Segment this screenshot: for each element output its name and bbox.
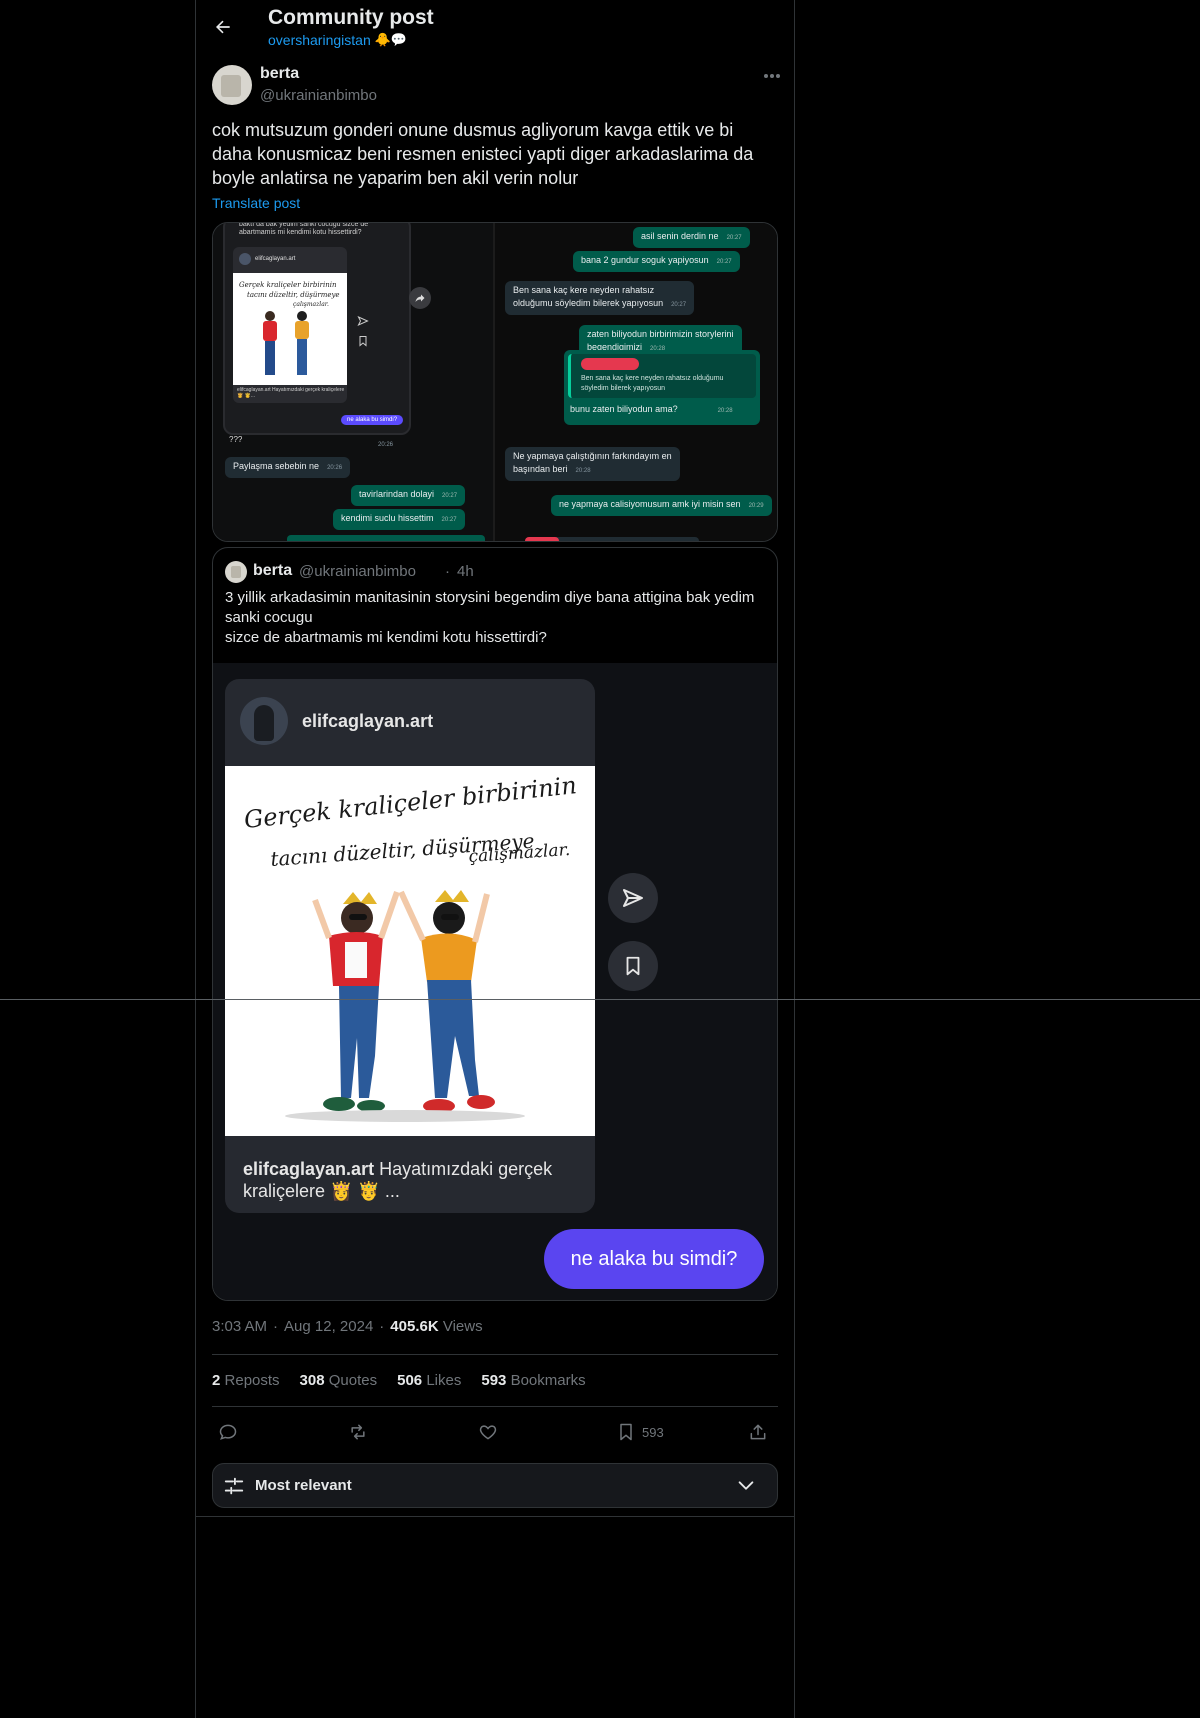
chat-message-in: Paylaşma sebebin ne 20:26 [225, 457, 351, 478]
likes-stat[interactable]: 506 Likes [397, 1372, 461, 1389]
page-header: Community post oversharingistan 🐥💬 [196, 0, 794, 56]
story-caption-user: elifcaglayan.art [243, 1159, 375, 1179]
share-icon [750, 1424, 766, 1440]
bookmark-icon [359, 336, 367, 347]
story-share-card: elifcaglayan.art Gerçek kraliçeler birbi… [225, 679, 595, 1213]
bookmark-button[interactable]: 593 [616, 1420, 664, 1444]
send-icon [623, 889, 643, 907]
chat-message-in: Ne yapmaya çalıştığının farkındayım en b… [505, 447, 680, 481]
back-button[interactable] [206, 10, 240, 44]
chat-message-out: tavirlarindan dolayi 20:27 [351, 485, 466, 506]
engagement-stats: 2 Reposts 308 Quotes 506 Likes 593 Bookm… [212, 1372, 586, 1389]
reply-icon [219, 1424, 237, 1440]
views: 405.6K Views [390, 1318, 483, 1335]
post-time[interactable]: 3:03 AM [212, 1318, 267, 1335]
svg-text:tacını düzeltir, düşürmeye: tacını düzeltir, düşürmeye [247, 291, 340, 299]
action-bar: 593 [212, 1418, 778, 1446]
sort-replies-dropdown[interactable]: Most relevant [212, 1463, 778, 1508]
chat-message-in: Ben sana kaç kere neyden rahatsız olduğu… [505, 281, 695, 315]
post-column: Community post oversharingistan 🐥💬 berta… [196, 0, 794, 1718]
shared-story-caption: elifcaglayan.art Hayatımızdaki gerçek kr… [237, 387, 345, 399]
quoted-separator: · [445, 563, 450, 580]
bookmark-count: 593 [642, 1424, 664, 1440]
story-send-button[interactable] [608, 873, 658, 923]
share-button[interactable] [748, 1420, 768, 1444]
reply-text: bunu zaten biliyodun ama? [570, 404, 678, 414]
divider [212, 1354, 778, 1355]
community-link[interactable]: oversharingistan 🐥💬 [268, 32, 407, 48]
chat-message-out: ne yapmaya calisiyomusum amk iyi misin s… [551, 495, 772, 516]
chat-message-out: kendimi suclu hissettim 20:27 [333, 509, 465, 530]
sort-label: Most relevant [255, 1477, 352, 1494]
post-meta: 3:03 AM · Aug 12, 2024 · 405.6K Views [212, 1318, 483, 1335]
quoted-time: 4h [457, 563, 474, 580]
heart-icon [479, 1425, 497, 1440]
story-illustration: Gerçek kraliçeler birbirinin tacını düze… [225, 766, 595, 1136]
translate-post-link[interactable]: Translate post [212, 195, 300, 211]
repost-button[interactable] [348, 1420, 368, 1444]
quoted-post[interactable]: berta @ukrainianbimbo · 4h 3 yillik arka… [212, 547, 778, 1301]
reply-button[interactable] [218, 1420, 238, 1444]
story-user-avatar [240, 697, 288, 745]
shared-story-card: elifcaglayan.art Gerçek kraliçeler birbi… [233, 247, 347, 403]
story-save-button[interactable] [608, 941, 658, 991]
community-emojis: 🐥💬 [374, 32, 408, 47]
quoted-author-handle: @ukrainianbimbo [299, 563, 416, 580]
svg-text:çalışmazlar.: çalışmazlar. [293, 301, 329, 308]
chat-screenshot-media[interactable]: baktı da bak yedim sanki cocugu sizce de… [212, 222, 778, 542]
quoted-post-text: 3 yillik arkadasimin manitasinin storysi… [225, 589, 755, 646]
forward-button [409, 287, 431, 309]
chat-message-out: bana 2 gundur soguk yapiyosun 20:27 [573, 251, 740, 272]
arrow-left-icon [216, 20, 230, 34]
illustration-text-1: Gerçek kraliçeler birbirinin [243, 771, 578, 834]
phone-time: 20:26 [378, 442, 394, 448]
bookmarks-stat[interactable]: 593 Bookmarks [481, 1372, 585, 1389]
story-username: elifcaglayan.art [302, 710, 434, 731]
chat-right-panel: asil senin derdin ne 20:27 bana 2 gundur … [495, 223, 777, 541]
page-title: Community post [268, 6, 434, 29]
phone-reply-bubble: ne alaka bu simdi? [341, 415, 404, 425]
community-name: oversharingistan [268, 32, 371, 48]
send-icon [357, 315, 369, 327]
more-options-button[interactable] [758, 66, 786, 86]
author-handle[interactable]: @ukrainianbimbo [260, 87, 377, 104]
more-dots-icon [764, 74, 780, 78]
divider [196, 1516, 794, 1517]
quoted-author-avatar [225, 561, 247, 583]
column-border-right [794, 0, 795, 1718]
mini-avatar [239, 253, 251, 265]
bookmark-icon [620, 1423, 632, 1441]
phone-question-text: ??? [229, 435, 243, 444]
post-text: cok mutsuzum gonderi onune dusmus agliyo… [212, 120, 754, 188]
quoted-post-media: elifcaglayan.art Gerçek kraliçeler birbi… [213, 663, 777, 1300]
chat-message-out: asil senin derdin ne 20:27 [633, 227, 750, 248]
shared-story-top-text: baktı da bak yedim sanki cocugu sizce de… [239, 222, 369, 236]
divider [212, 1406, 778, 1407]
forward-icon [415, 294, 425, 302]
bookmark-icon [626, 956, 640, 976]
post-date[interactable]: Aug 12, 2024 [284, 1318, 373, 1335]
chat-message-cut [287, 535, 485, 541]
chat-quoted-reply: Ben sana kaç kere neyden rahatsız olduğu… [564, 350, 760, 425]
shared-story-preview: baktı da bak yedim sanki cocugu sizce de… [223, 222, 411, 435]
sliders-icon [224, 1477, 244, 1495]
shared-story-image: Gerçek kraliçeler birbirinin tacını düze… [233, 273, 347, 385]
story-caption: elifcaglayan.art Hayatımızdaki gerçek kr… [243, 1158, 583, 1202]
author-name[interactable]: berta [260, 65, 299, 83]
guide-line [0, 999, 1200, 1000]
repost-icon [351, 1424, 365, 1440]
svg-text:Gerçek kraliçeler birbirinin: Gerçek kraliçeler birbirinin [239, 281, 337, 289]
author-avatar[interactable] [212, 65, 252, 105]
quoted-author-name: berta [253, 562, 293, 579]
reply-message-bubble: ne alaka bu simdi? [544, 1229, 764, 1289]
quotes-stat[interactable]: 308 Quotes [300, 1372, 378, 1389]
like-button[interactable] [478, 1420, 498, 1444]
shared-story-user: elifcaglayan.art [255, 256, 296, 262]
chevron-down-icon [738, 1481, 754, 1490]
chat-left-panel: baktı da bak yedim sanki cocugu sizce de… [213, 222, 493, 541]
redacted-name [581, 358, 639, 370]
redacted-name [525, 537, 559, 541]
quoted-message-text: Ben sana kaç kere neyden rahatsız olduğu… [581, 375, 724, 392]
reposts-stat[interactable]: 2 Reposts [212, 1372, 280, 1389]
